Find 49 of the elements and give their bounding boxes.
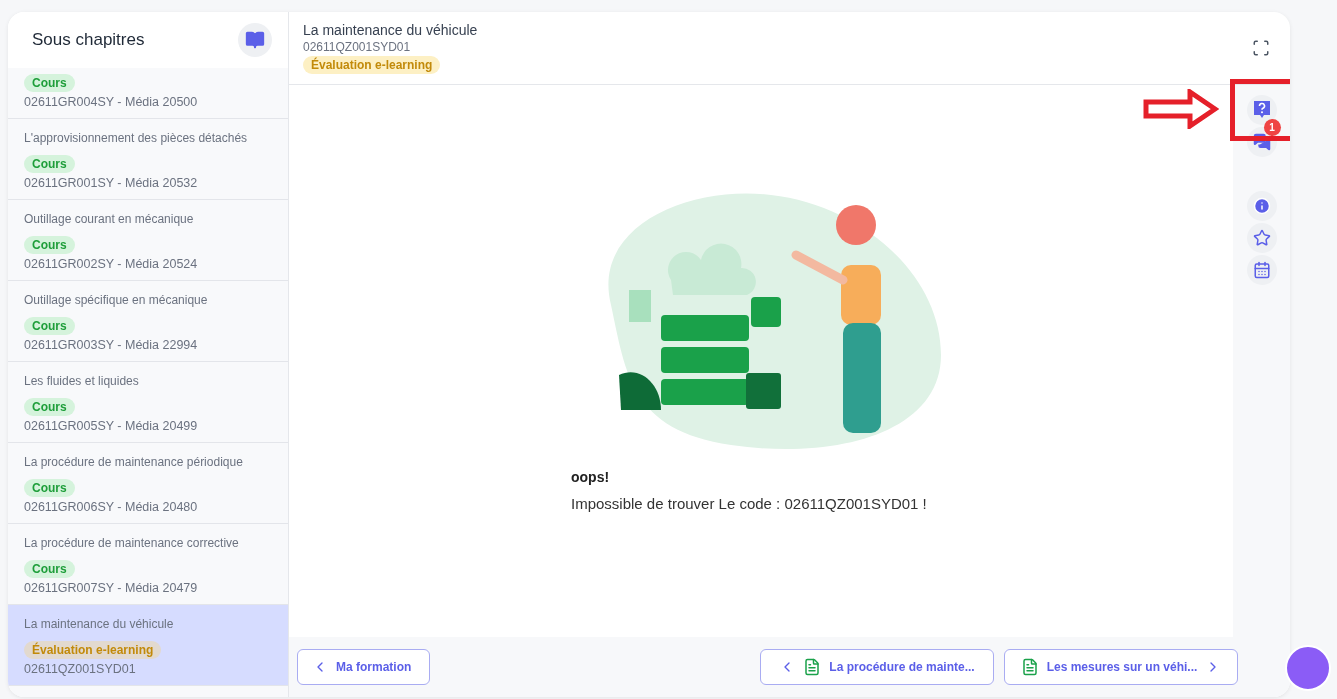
previous-button[interactable]: La procédure de mainte... <box>760 649 994 685</box>
chapter-code: 02611GR003SY - Média 22994 <box>24 338 198 352</box>
chapter-title: La maintenance du véhicule <box>24 617 174 631</box>
next-button[interactable]: Les mesures sur un véhi... <box>1004 649 1238 685</box>
chapter-code: 02611GR005SY - Média 20499 <box>24 419 198 433</box>
arrow-icon <box>1143 89 1219 129</box>
type-badge: Cours <box>24 236 75 254</box>
chat-bubbles-icon <box>1252 133 1271 151</box>
type-badge: Cours <box>24 155 75 173</box>
question-bubble-icon <box>1252 100 1271 120</box>
sidebar-title: Sous chapitres <box>32 30 145 50</box>
chapter-code: 02611GR002SY - Média 20524 <box>24 257 198 271</box>
favorite-button[interactable] <box>1246 223 1277 253</box>
content-title: La maintenance du véhicule <box>303 22 478 38</box>
chapter-code: 02611GR007SY - Média 20479 <box>24 581 198 595</box>
star-icon <box>1252 229 1271 247</box>
content-code: 02611QZ001SYD01 <box>303 40 411 54</box>
type-badge: Évaluation e-learning <box>24 641 162 659</box>
error-title: oops! <box>571 469 610 485</box>
type-badge: Cours <box>24 560 75 578</box>
fullscreen-icon[interactable] <box>1252 39 1270 57</box>
chapter-title: Outillage courant en mécanique <box>24 212 194 226</box>
chapter-code: 02611GR006SY - Média 20480 <box>24 500 198 514</box>
calendar-button[interactable] <box>1246 255 1277 285</box>
chapter-title: Les fluides et liquides <box>24 374 139 388</box>
chapter-item[interactable]: La maintenance du véhicule Évaluation e-learning 02611QZ001SYD01 <box>8 605 288 686</box>
document-icon <box>1020 658 1039 676</box>
back-button[interactable]: Ma formation <box>297 649 430 685</box>
chapter-title: L'approvisionnement des pièces détachés <box>24 131 248 145</box>
calendar-icon <box>1252 261 1271 279</box>
chapter-title: Outillage spécifique en mécanique <box>24 293 208 307</box>
highlight-frame <box>1230 79 1290 141</box>
type-badge: Évaluation e-learning <box>303 56 441 74</box>
book-icon[interactable] <box>238 23 272 57</box>
mascot-avatar[interactable] <box>1285 645 1331 691</box>
type-badge: Cours <box>24 398 75 416</box>
chapter-title: La procédure de maintenance corrective <box>24 536 239 550</box>
info-button[interactable] <box>1246 191 1277 221</box>
info-icon <box>1252 197 1271 215</box>
error-message: Impossible de trouver Le code : 02611QZ001SYD01 ! <box>571 495 927 512</box>
document-icon <box>803 658 822 676</box>
type-badge: Cours <box>24 317 75 335</box>
type-badge: Cours <box>24 74 75 92</box>
chapter-code: 02611QZ001SYD01 <box>24 662 136 676</box>
chapter-code: 02611GR004SY - Média 20500 <box>24 95 198 109</box>
type-badge: Cours <box>24 479 75 497</box>
chapter-title: La procédure de maintenance périodique <box>24 455 243 469</box>
chapter-code: 02611GR001SY - Média 20532 <box>24 176 198 190</box>
help-button[interactable] <box>1246 95 1277 125</box>
